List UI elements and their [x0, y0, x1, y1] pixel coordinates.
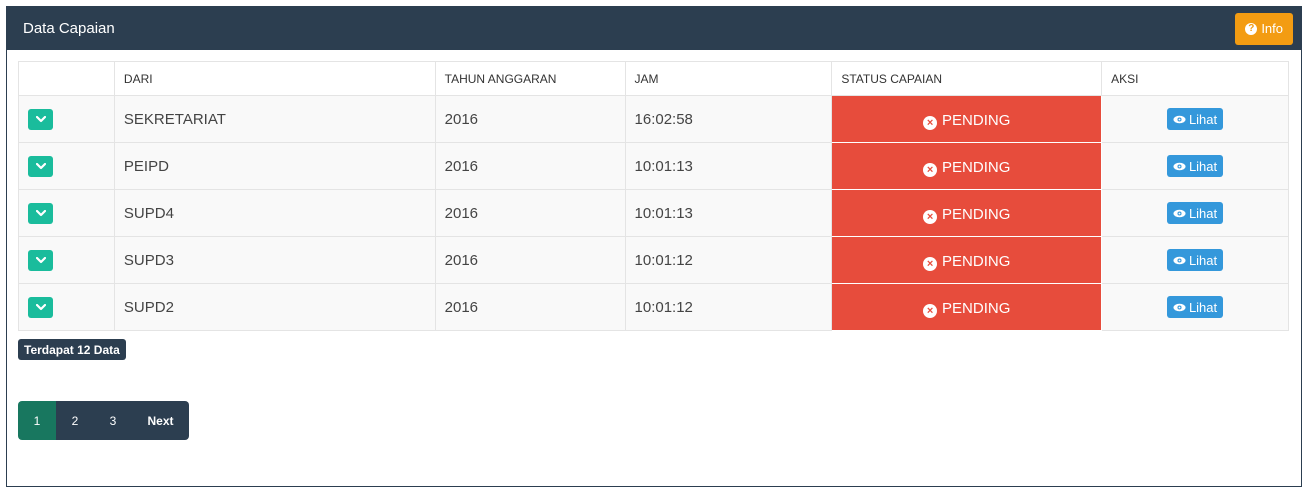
aksi-cell: Lihat [1101, 283, 1289, 331]
lihat-button-label: Lihat [1188, 158, 1218, 174]
status-cell: × PENDING [831, 236, 1103, 284]
column-header-aksi: AKSI [1101, 61, 1289, 96]
dari-cell: SEKRETARIAT [113, 95, 436, 143]
expand-row-button[interactable] [28, 202, 53, 224]
table-row: PEIPD 2016 10:01:13 × PENDING Lihat [18, 142, 1289, 190]
question-circle-icon: ? [1245, 22, 1258, 35]
dari-cell: PEIPD [113, 142, 436, 190]
expand-row-button[interactable] [28, 108, 53, 130]
expand-row-button[interactable] [28, 155, 53, 177]
times-circle-icon: × [923, 256, 938, 271]
capaian-table: DARI TAHUN ANGGARAN JAM STATUS CAPAIAN A… [18, 61, 1289, 331]
data-count-badge: Terdapat 12 Data [18, 339, 126, 360]
lihat-button-label: Lihat [1188, 111, 1218, 127]
expand-row-button[interactable] [28, 296, 53, 318]
aksi-cell: Lihat [1101, 236, 1289, 284]
tahun-anggaran-cell: 2016 [434, 189, 626, 237]
dari-cell: SUPD4 [113, 189, 436, 237]
status-label: PENDING [942, 158, 1011, 176]
lihat-button-label: Lihat [1188, 205, 1218, 221]
aksi-cell: Lihat [1101, 95, 1289, 143]
tahun-anggaran-cell: 2016 [434, 142, 626, 190]
times-circle-icon: × [923, 115, 938, 130]
jam-cell: 10:01:13 [624, 189, 833, 237]
times-circle-icon: × [923, 303, 938, 318]
column-header-tahun-anggaran: TAHUN ANGGARAN [434, 61, 626, 96]
chevron-down-icon [35, 256, 46, 263]
status-label: PENDING [942, 205, 1011, 223]
eye-icon [1173, 256, 1186, 264]
tahun-anggaran-cell: 2016 [434, 283, 626, 331]
table-header-row: DARI TAHUN ANGGARAN JAM STATUS CAPAIAN A… [18, 61, 1289, 96]
page-3-button[interactable]: 3 [94, 401, 132, 440]
tahun-anggaran-cell: 2016 [434, 236, 626, 284]
jam-cell: 10:01:12 [624, 236, 833, 284]
table-row: SUPD3 2016 10:01:12 × PENDING Lihat [18, 236, 1289, 284]
toggle-cell [18, 142, 115, 190]
next-page-button[interactable]: Next [132, 401, 189, 440]
chevron-down-icon [35, 303, 46, 310]
status-label: PENDING [942, 252, 1011, 270]
page-1-button[interactable]: 1 [18, 401, 56, 440]
tahun-anggaran-cell: 2016 [434, 95, 626, 143]
status-cell: × PENDING [831, 189, 1103, 237]
status-cell: × PENDING [831, 95, 1103, 143]
eye-icon [1173, 209, 1186, 217]
info-button-label: Info [1261, 21, 1283, 36]
jam-cell: 10:01:12 [624, 283, 833, 331]
eye-icon [1173, 303, 1186, 311]
dari-cell: SUPD3 [113, 236, 436, 284]
info-button[interactable]: ? Info [1235, 12, 1293, 45]
toggle-cell [18, 283, 115, 331]
data-capaian-panel: Data Capaian ? Info DARI TAHUN ANGGARAN … [6, 6, 1302, 487]
pagination: 1 2 3 Next [18, 401, 189, 440]
lihat-button[interactable]: Lihat [1166, 108, 1224, 130]
eye-icon [1173, 115, 1186, 123]
lihat-button[interactable]: Lihat [1166, 249, 1224, 271]
column-header-jam: JAM [624, 61, 833, 96]
eye-icon [1173, 162, 1186, 170]
status-cell: × PENDING [831, 142, 1103, 190]
table-body: SEKRETARIAT 2016 16:02:58 × PENDING Lihat PEIP… [18, 95, 1289, 331]
panel-title: Data Capaian [23, 20, 115, 37]
lihat-button[interactable]: Lihat [1166, 202, 1224, 224]
times-circle-icon: × [923, 209, 938, 224]
table-row: SUPD4 2016 10:01:13 × PENDING Lihat [18, 189, 1289, 237]
chevron-down-icon [35, 115, 46, 122]
chevron-down-icon [35, 209, 46, 216]
aksi-cell: Lihat [1101, 142, 1289, 190]
jam-cell: 16:02:58 [624, 95, 833, 143]
status-label: PENDING [942, 299, 1011, 317]
table-row: SUPD2 2016 10:01:12 × PENDING Lihat [18, 283, 1289, 331]
status-label: PENDING [942, 111, 1011, 129]
lihat-button[interactable]: Lihat [1166, 155, 1224, 177]
times-circle-icon: × [923, 162, 938, 177]
table-row: SEKRETARIAT 2016 16:02:58 × PENDING Lihat [18, 95, 1289, 143]
column-header-status-capaian: STATUS CAPAIAN [831, 61, 1103, 96]
dari-cell: SUPD2 [113, 283, 436, 331]
chevron-down-icon [35, 162, 46, 169]
column-header-dari: DARI [113, 61, 436, 96]
toggle-cell [18, 95, 115, 143]
jam-cell: 10:01:13 [624, 142, 833, 190]
expand-row-button[interactable] [28, 249, 53, 271]
panel-header: Data Capaian ? Info [7, 7, 1301, 50]
column-header-toggle [18, 61, 115, 96]
lihat-button[interactable]: Lihat [1166, 296, 1224, 318]
aksi-cell: Lihat [1101, 189, 1289, 237]
lihat-button-label: Lihat [1188, 299, 1218, 315]
status-cell: × PENDING [831, 283, 1103, 331]
lihat-button-label: Lihat [1188, 252, 1218, 268]
toggle-cell [18, 189, 115, 237]
toggle-cell [18, 236, 115, 284]
page-2-button[interactable]: 2 [56, 401, 94, 440]
